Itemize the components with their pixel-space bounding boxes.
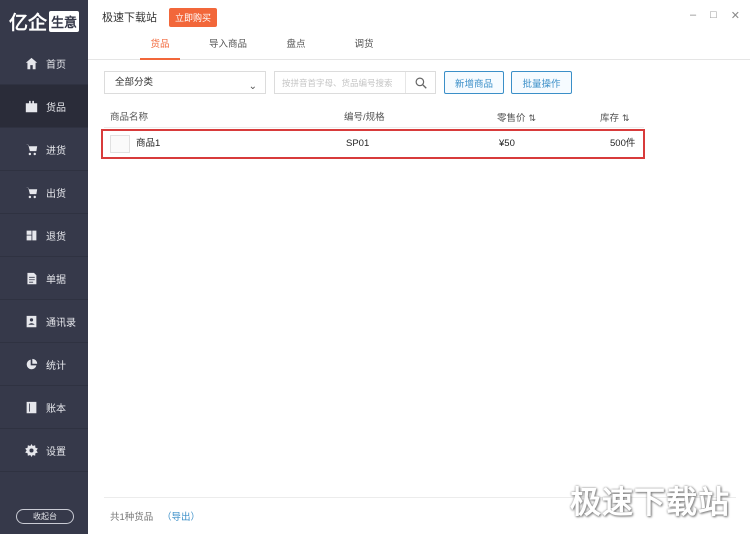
- home-icon: [24, 56, 38, 70]
- table-row[interactable]: 商品1 SP01 ¥50 500件: [101, 129, 645, 159]
- add-goods-button[interactable]: 新增商品: [444, 71, 504, 94]
- sidebar-item-label: 通讯录: [46, 317, 76, 329]
- sidebar-item-label: 进货: [46, 145, 66, 157]
- export-link[interactable]: （导出）: [162, 512, 200, 523]
- footer: 共1种货品 （导出）: [110, 509, 200, 523]
- title-bar: 极速下载站 立即购买: [88, 0, 750, 34]
- tab-import-goods[interactable]: 导入商品: [194, 34, 262, 59]
- maximize-icon[interactable]: □: [710, 9, 717, 22]
- sidebar-item-shipment[interactable]: 出货: [0, 171, 88, 214]
- search-input[interactable]: [275, 72, 403, 93]
- close-icon[interactable]: ✕: [731, 9, 740, 22]
- minimize-icon[interactable]: –: [690, 9, 696, 22]
- product-price-cell: ¥50: [499, 138, 515, 149]
- pie-chart-icon: [24, 357, 38, 371]
- tab-bar: 货品 导入商品 盘点 调货: [88, 34, 750, 60]
- product-thumbnail: [110, 135, 130, 153]
- toolbar: 全部分类 ⌄ 新增商品 批量操作: [104, 71, 736, 94]
- window-title: 极速下载站: [102, 12, 157, 24]
- batch-action-button[interactable]: 批量操作: [511, 71, 572, 94]
- stock-header-label: 库存: [600, 113, 620, 124]
- logo-sub-text: 生意: [49, 10, 80, 32]
- chevron-down-icon: ⌄: [248, 81, 257, 92]
- sidebar-item-return[interactable]: 退货: [0, 214, 88, 257]
- column-header-price[interactable]: 零售价 ⇅: [497, 108, 536, 129]
- return-icon: [24, 228, 38, 242]
- sidebar-item-label: 设置: [46, 446, 66, 458]
- product-stock-cell: 500件: [610, 138, 636, 149]
- document-icon: [24, 271, 38, 285]
- tab-goods[interactable]: 货品: [126, 34, 194, 60]
- ledger-icon: [24, 400, 38, 414]
- sidebar-item-label: 首页: [46, 59, 66, 71]
- sidebar-item-label: 账本: [46, 403, 66, 415]
- column-header-name: 商品名称: [110, 112, 149, 123]
- sidebar-item-purchase[interactable]: 进货: [0, 128, 88, 171]
- sidebar-item-goods[interactable]: 货品: [0, 85, 88, 128]
- category-select-value: 全部分类: [115, 77, 154, 88]
- table-header: 商品名称 编号/规格 零售价 ⇅ 库存 ⇅: [104, 108, 644, 128]
- sidebar-item-settings[interactable]: 设置: [0, 429, 88, 472]
- category-select[interactable]: 全部分类 ⌄: [104, 71, 266, 94]
- price-header-label: 零售价: [497, 113, 526, 124]
- sidebar-item-label: 退货: [46, 231, 66, 243]
- sidebar-item-label: 单据: [46, 274, 66, 286]
- sidebar: 亿企 生意 首页 货品 进货 出货 退货 单据 通讯录 统计 账本 设置 收起台: [0, 0, 88, 534]
- product-name-cell: 商品1: [136, 138, 161, 149]
- column-header-code: 编号/规格: [344, 112, 385, 123]
- sidebar-item-ledger[interactable]: 账本: [0, 386, 88, 429]
- sidebar-item-documents[interactable]: 单据: [0, 257, 88, 300]
- cart-in-icon: [24, 142, 38, 156]
- logo-text: 亿企: [8, 12, 47, 34]
- sidebar-item-label: 统计: [46, 360, 66, 372]
- sidebar-item-label: 货品: [46, 102, 66, 114]
- app-logo: 亿企 生意: [0, 0, 88, 42]
- collapse-sidebar-button[interactable]: 收起台: [16, 509, 74, 524]
- sort-icon: ⇅: [622, 113, 630, 123]
- sidebar-item-label: 出货: [46, 188, 66, 200]
- gear-icon: [24, 443, 38, 457]
- buy-now-button[interactable]: 立即购买: [169, 7, 218, 27]
- product-code-cell: SP01: [346, 138, 370, 149]
- goods-icon: [24, 99, 38, 113]
- search-box: [274, 71, 436, 94]
- tab-inventory-check[interactable]: 盘点: [262, 34, 330, 59]
- sort-icon: ⇅: [528, 113, 537, 123]
- tab-transfer[interactable]: 调货: [330, 34, 398, 59]
- watermark: 极速下载站: [570, 485, 730, 520]
- goods-count-text: 共1种货品: [110, 512, 154, 523]
- sidebar-item-home[interactable]: 首页: [0, 42, 88, 85]
- sidebar-item-contacts[interactable]: 通讯录: [0, 300, 88, 343]
- window-controls: – □ ✕: [690, 9, 740, 22]
- contacts-icon: [24, 314, 38, 328]
- search-icon[interactable]: [405, 72, 435, 93]
- column-header-stock[interactable]: 库存 ⇅: [600, 108, 630, 129]
- cart-out-icon: [24, 185, 38, 199]
- sidebar-item-stats[interactable]: 统计: [0, 343, 88, 386]
